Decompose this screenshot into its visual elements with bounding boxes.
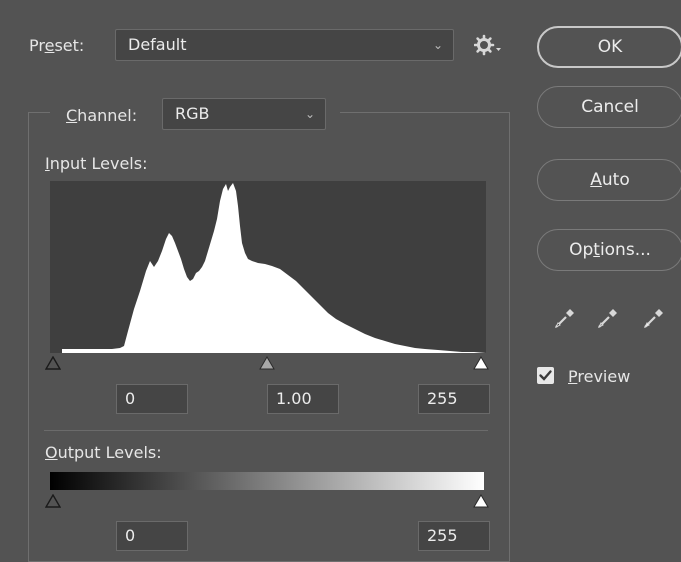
options-button[interactable]: Options... (537, 229, 681, 271)
output-levels-label: Output Levels: (45, 443, 162, 462)
cancel-button[interactable]: Cancel (537, 86, 681, 128)
ok-button[interactable]: OK (537, 26, 681, 68)
chevron-down-icon: ⌄ (432, 38, 443, 52)
histogram-graph (62, 183, 486, 353)
output-gradient-bar (50, 472, 484, 490)
channel-label: Channel: (66, 106, 138, 125)
histogram (50, 181, 486, 353)
input-black-field[interactable]: 0 (116, 384, 188, 414)
input-levels-label: Input Levels: (45, 154, 148, 173)
auto-button[interactable]: Auto (537, 159, 681, 201)
gear-icon[interactable] (473, 33, 502, 61)
white-point-eyedropper-icon[interactable] (641, 305, 665, 335)
checkmark-icon (539, 370, 552, 381)
separator (44, 430, 488, 431)
channel-value: RGB (175, 104, 210, 123)
preset-dropdown[interactable]: Default ⌄ (115, 29, 454, 61)
input-gamma-field[interactable]: 1.00 (267, 384, 339, 414)
input-white-slider[interactable] (473, 356, 489, 370)
output-black-field[interactable]: 0 (116, 521, 188, 551)
input-gamma-slider[interactable] (259, 356, 275, 370)
preset-label: Preset: (29, 36, 85, 55)
chevron-down-icon: ⌄ (304, 107, 315, 121)
output-black-slider[interactable] (45, 494, 61, 508)
preset-value: Default (128, 35, 187, 54)
preview-label[interactable]: Preview (568, 367, 630, 386)
gray-point-eyedropper-icon[interactable] (595, 305, 619, 335)
input-black-slider[interactable] (45, 356, 61, 370)
preview-checkbox[interactable] (537, 367, 554, 384)
black-point-eyedropper-icon[interactable] (552, 305, 576, 335)
output-white-slider[interactable] (473, 494, 489, 508)
output-white-field[interactable]: 255 (418, 521, 490, 551)
input-white-field[interactable]: 255 (418, 384, 490, 414)
channel-dropdown[interactable]: RGB ⌄ (162, 98, 326, 130)
